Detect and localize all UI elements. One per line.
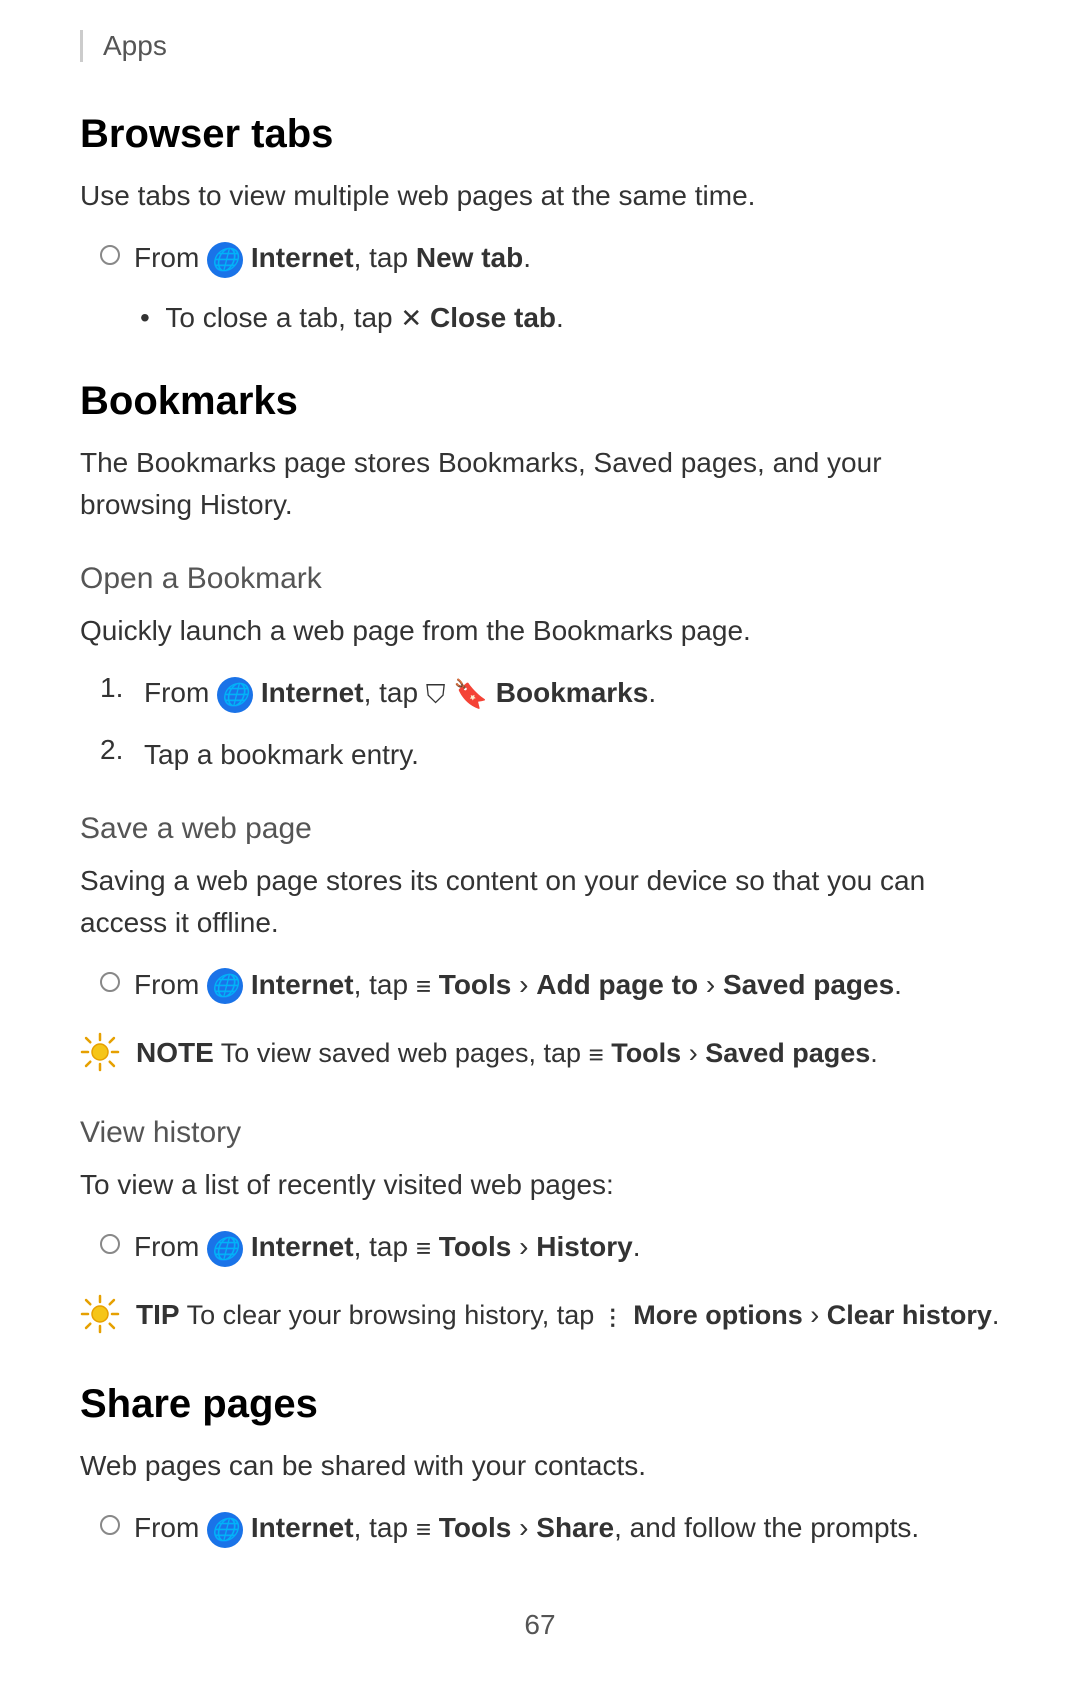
save-web-page-note: NOTE To view saved web pages, tap ≡ Tool…: [80, 1026, 1000, 1080]
open-bookmark-step2: 2. Tap a bookmark entry.: [100, 734, 1000, 776]
circle-bullet-icon: [100, 972, 120, 992]
note-text: NOTE To view saved web pages, tap ≡ Tool…: [136, 1032, 878, 1074]
browser-tabs-heading: Browser tabs: [80, 112, 1000, 157]
view-history-heading: View history: [80, 1116, 1000, 1150]
open-bookmark-step2-text: Tap a bookmark entry.: [144, 734, 419, 776]
save-web-page-heading: Save a web page: [80, 812, 1000, 846]
page-footer: 67: [80, 1609, 1000, 1641]
share-pages-heading: Share pages: [80, 1382, 1000, 1427]
save-web-page-description: Saving a web page stores its content on …: [80, 860, 1000, 944]
note-icon: [80, 1032, 120, 1072]
bookmarks-section: Bookmarks The Bookmarks page stores Book…: [80, 379, 1000, 1342]
internet-icon: 🌐: [207, 968, 243, 1004]
open-bookmark-subsection: Open a Bookmark Quickly launch a web pag…: [80, 562, 1000, 776]
browser-tabs-step1-text: From 🌐 Internet, tap New tab.: [134, 237, 531, 279]
breadcrumb-text: Apps: [103, 30, 167, 61]
internet-icon: 🌐: [207, 1231, 243, 1267]
bookmarks-description: The Bookmarks page stores Bookmarks, Sav…: [80, 442, 1000, 526]
browser-tabs-substep1-text: • To close a tab, tap ✕ Close tab.: [140, 297, 564, 339]
view-history-description: To view a list of recently visited web p…: [80, 1164, 1000, 1206]
save-web-page-subsection: Save a web page Saving a web page stores…: [80, 812, 1000, 1080]
step-num-2: 2.: [100, 734, 130, 766]
view-history-step1: From 🌐 Internet, tap ≡ Tools › History.: [100, 1226, 1000, 1268]
circle-bullet-icon: [100, 1234, 120, 1254]
open-bookmark-step1: 1. From 🌐 Internet, tap ⛉ 🔖 Bookmarks.: [100, 672, 1000, 716]
browser-tabs-step1: From 🌐 Internet, tap New tab.: [100, 237, 1000, 279]
step-num-1: 1.: [100, 672, 130, 704]
page-number: 67: [524, 1609, 555, 1640]
browser-tabs-section: Browser tabs Use tabs to view multiple w…: [80, 112, 1000, 339]
view-history-step1-text: From 🌐 Internet, tap ≡ Tools › History.: [134, 1226, 641, 1268]
circle-bullet-icon: [100, 245, 120, 265]
open-bookmark-description: Quickly launch a web page from the Bookm…: [80, 610, 1000, 652]
view-history-tip: TIP To clear your browsing history, tap …: [80, 1288, 1000, 1342]
breadcrumb: Apps: [80, 30, 1000, 62]
open-bookmark-step1-text: From 🌐 Internet, tap ⛉ 🔖 Bookmarks.: [144, 672, 656, 716]
internet-icon: 🌐: [207, 242, 243, 278]
tip-icon: [80, 1294, 120, 1334]
bookmarks-heading: Bookmarks: [80, 379, 1000, 424]
circle-bullet-icon: [100, 1515, 120, 1535]
open-bookmark-heading: Open a Bookmark: [80, 562, 1000, 596]
tip-text: TIP To clear your browsing history, tap …: [136, 1294, 999, 1336]
share-pages-section: Share pages Web pages can be shared with…: [80, 1382, 1000, 1549]
browser-tabs-description: Use tabs to view multiple web pages at t…: [80, 175, 1000, 217]
save-web-page-step1-text: From 🌐 Internet, tap ≡ Tools › Add page …: [134, 964, 902, 1006]
internet-icon: 🌐: [217, 677, 253, 713]
internet-icon: 🌐: [207, 1512, 243, 1548]
save-web-page-step1: From 🌐 Internet, tap ≡ Tools › Add page …: [100, 964, 1000, 1006]
browser-tabs-substep1: • To close a tab, tap ✕ Close tab.: [140, 297, 1000, 339]
view-history-subsection: View history To view a list of recently …: [80, 1116, 1000, 1342]
share-pages-step1-text: From 🌐 Internet, tap ≡ Tools › Share, an…: [134, 1507, 919, 1549]
share-pages-step1: From 🌐 Internet, tap ≡ Tools › Share, an…: [100, 1507, 1000, 1549]
share-pages-description: Web pages can be shared with your contac…: [80, 1445, 1000, 1487]
